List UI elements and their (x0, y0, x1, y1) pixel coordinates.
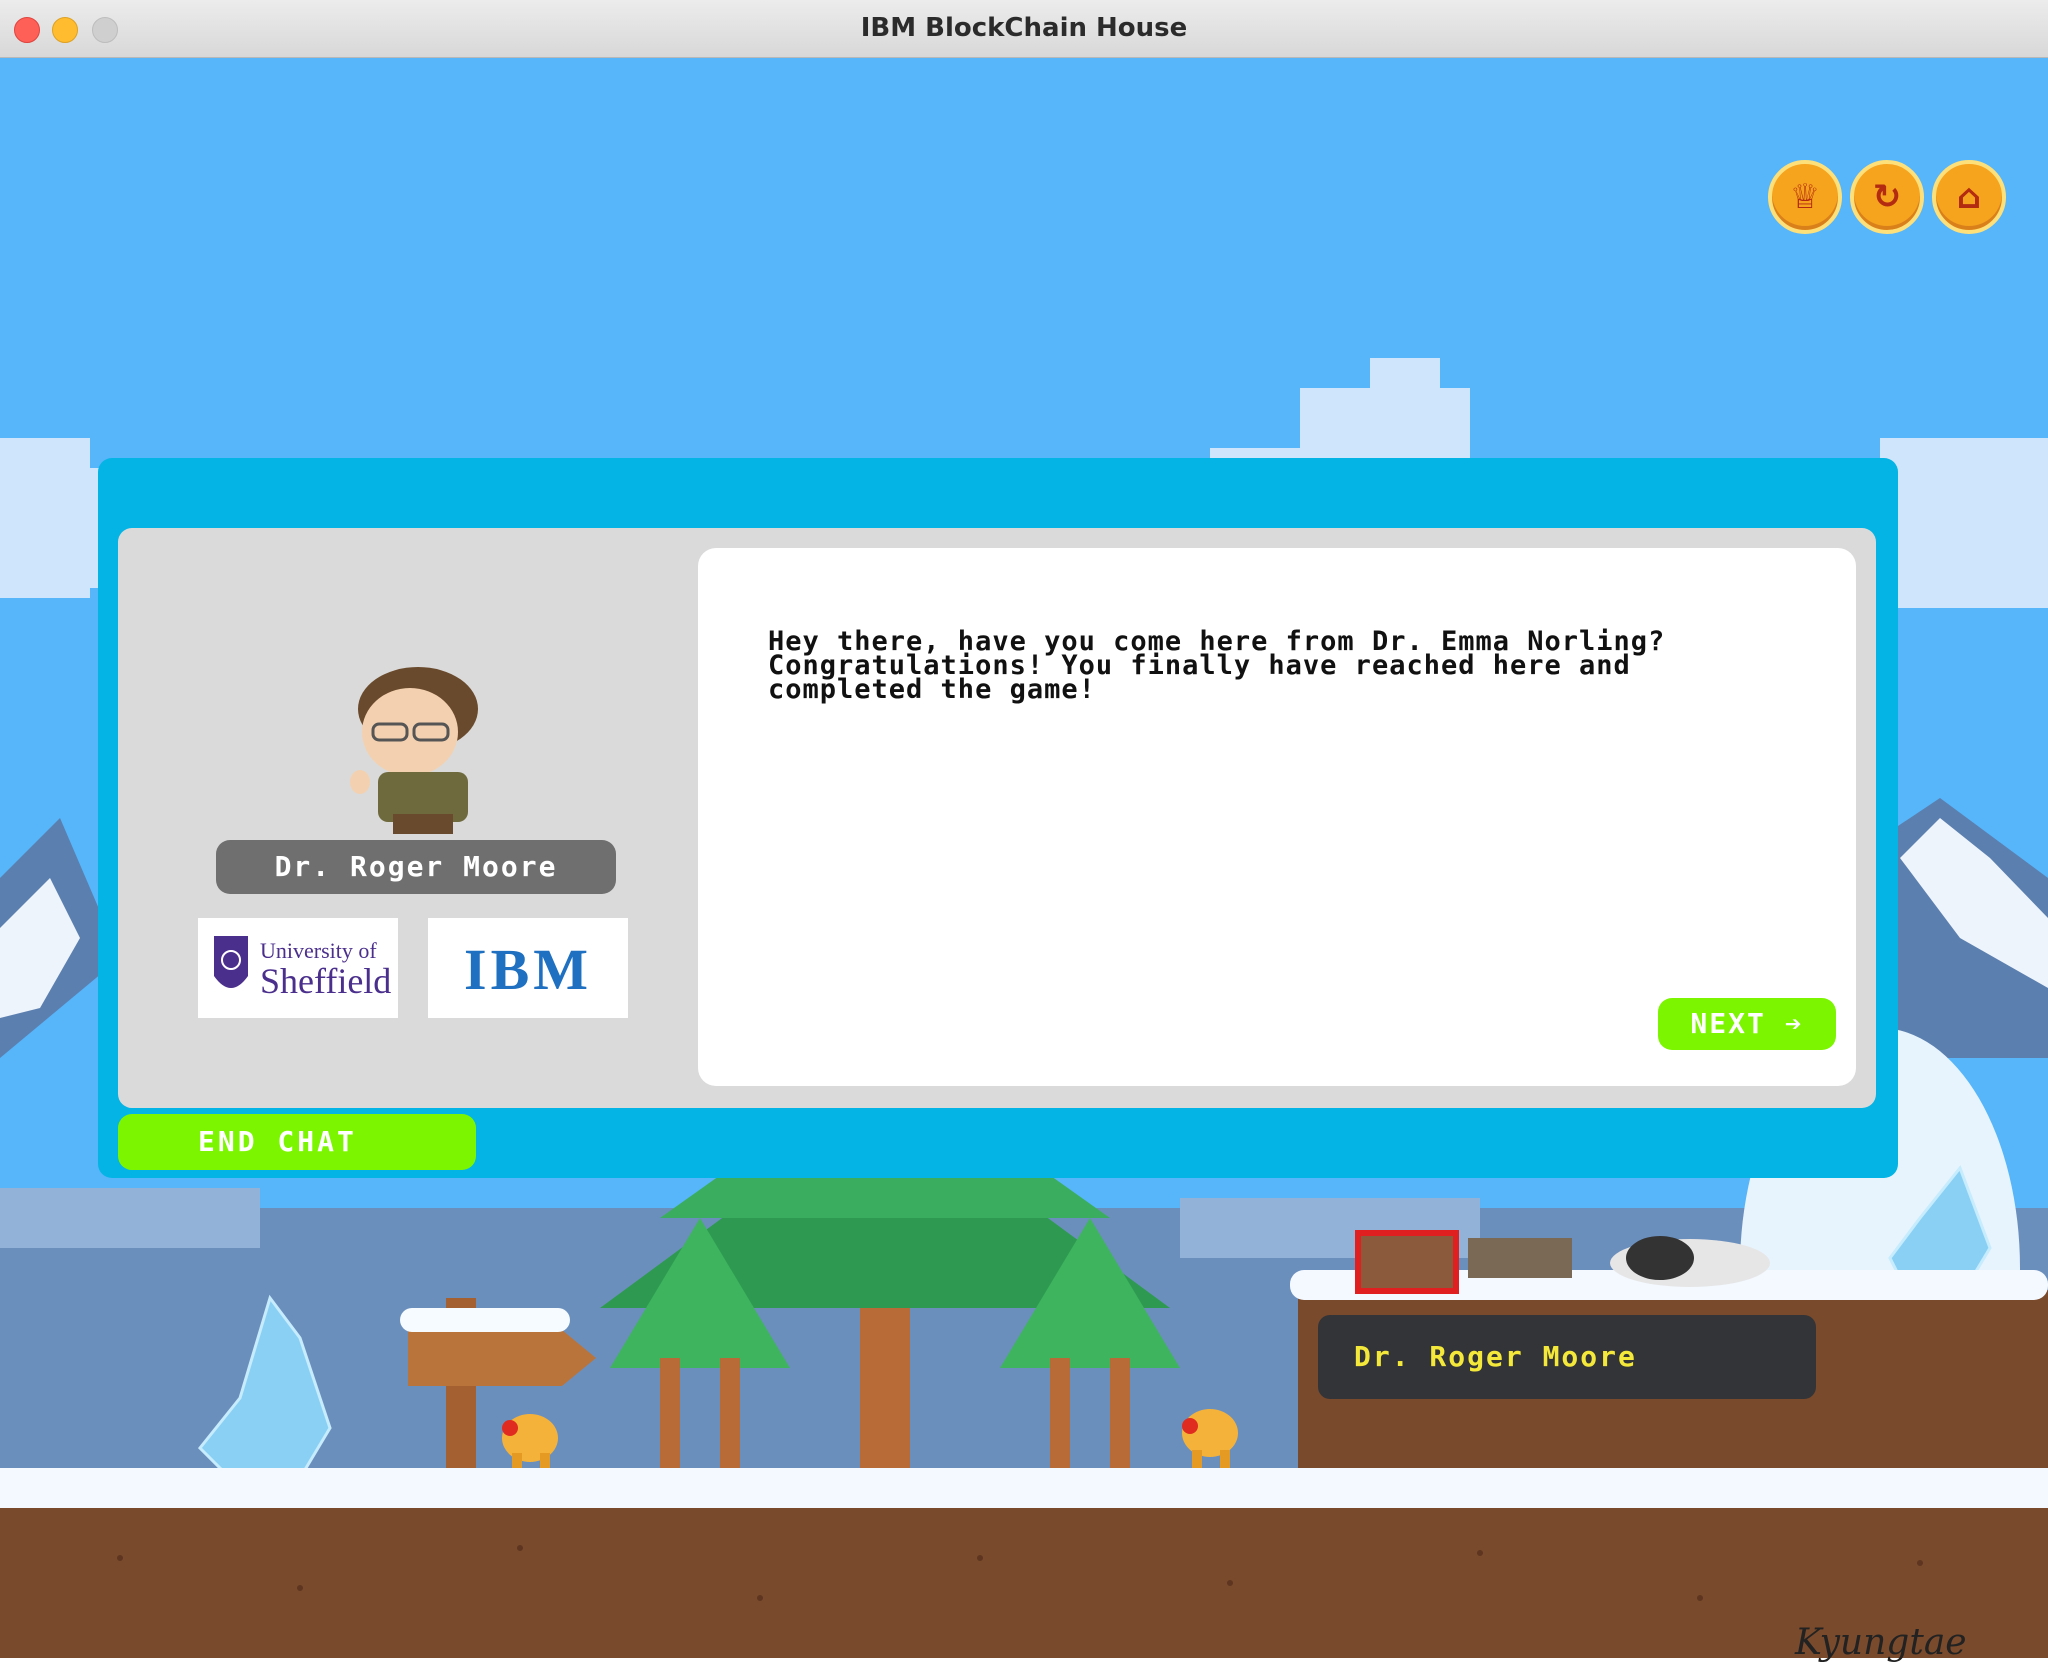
npc-name-label: Dr. Roger Moore (1318, 1315, 1816, 1399)
dialog-content: Dr. Roger Moore University of Sheffield … (118, 528, 1876, 1108)
ibm-logo-text: IBM (464, 937, 592, 1002)
end-chat-label: END CHAT (198, 1125, 357, 1158)
restart-icon: ↻ (1872, 177, 1902, 217)
next-button[interactable]: NEXT ➔ (1658, 998, 1836, 1050)
npc-name-text: Dr. Roger Moore (1354, 1340, 1637, 1373)
trophy-icon: ♕ (1789, 177, 1821, 217)
restart-button[interactable]: ↻ (1850, 160, 1924, 234)
message-box: Hey there, have you come here from Dr. E… (698, 548, 1856, 1086)
home-icon: ⌂ (1956, 177, 1982, 217)
end-chat-button[interactable]: END CHAT (118, 1114, 476, 1170)
window-title: IBM BlockChain House (860, 13, 1188, 43)
sheffield-logo: University of Sheffield (198, 918, 398, 1018)
title-bar: IBM BlockChain House (0, 0, 2048, 58)
ibm-logo: IBM (428, 918, 628, 1018)
sheffield-logo-line2: Sheffield (260, 961, 392, 1001)
game-window: IBM BlockChain House ♕ ↻ ⌂ Dr. Roger Moo… (0, 0, 2048, 1666)
message-text: Hey there, have you come here from Dr. E… (768, 626, 1666, 705)
home-button[interactable]: ⌂ (1932, 160, 2006, 234)
chat-dialog: Dr. Roger Moore University of Sheffield … (98, 458, 1898, 1178)
speaker-portrait (350, 667, 478, 834)
speaker-name-badge: Dr. Roger Moore (216, 840, 616, 894)
artist-signature: Kyungtae Han (1795, 1622, 1967, 1666)
trophy-button[interactable]: ♕ (1768, 160, 1842, 234)
